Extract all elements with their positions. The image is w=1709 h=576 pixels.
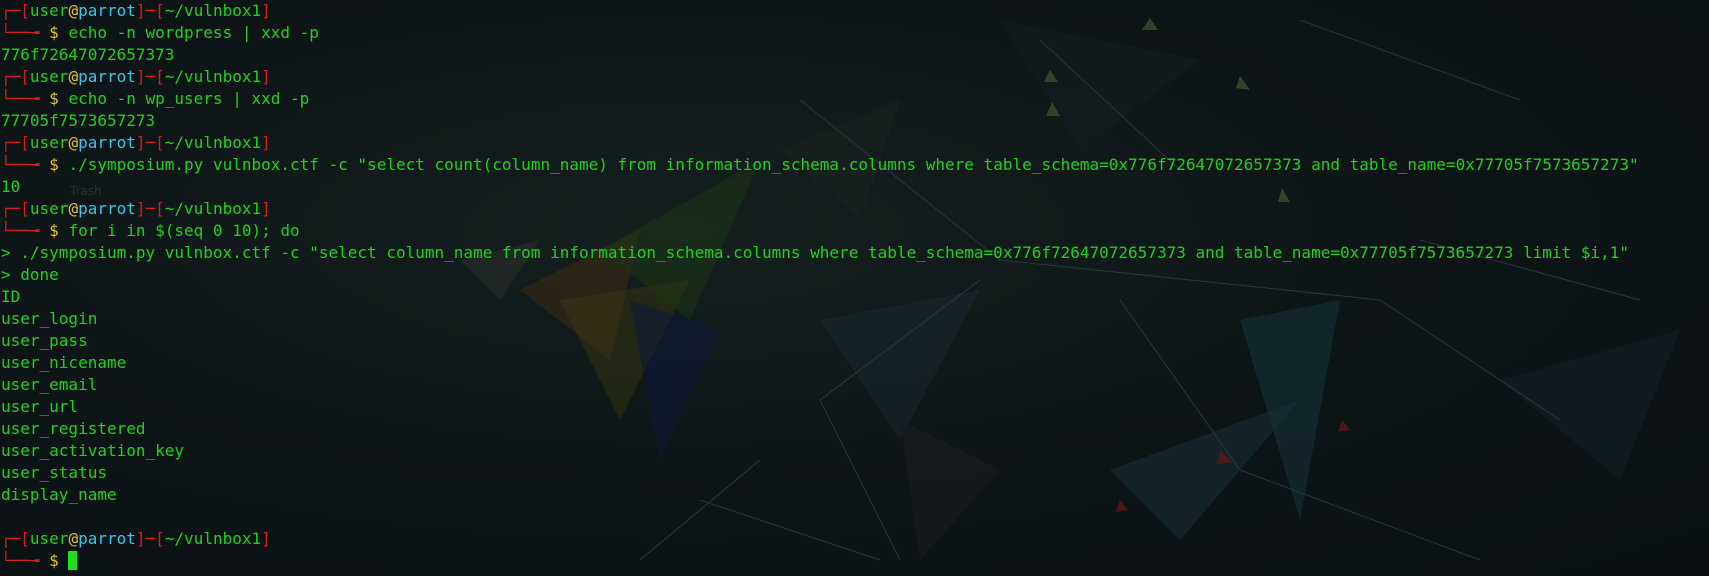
- prompt-bracket: [: [20, 529, 30, 548]
- prompt-line: ┌─[user@parrot]─[~/vulnbox1]: [1, 66, 1639, 88]
- output-line: user_nicename: [1, 353, 127, 372]
- command-text: echo -n wp_users | xxd -p: [68, 89, 310, 108]
- prompt-user: user: [29, 529, 69, 548]
- prompt-arrow: └──╼: [1, 221, 50, 240]
- prompt-user: user: [29, 67, 69, 86]
- prompt-corner: ┌─: [1, 133, 21, 152]
- prompt-corner: ┌─: [1, 1, 21, 20]
- command-text: echo -n wordpress | xxd -p: [68, 23, 319, 42]
- prompt-cwd: ~/vulnbox1: [164, 133, 262, 152]
- prompt-host: parrot: [78, 529, 136, 548]
- output-line: user_login: [1, 309, 98, 328]
- prompt-line: ┌─[user@parrot]─[~/vulnbox1]: [1, 528, 1639, 550]
- prompt-user: user: [29, 199, 69, 218]
- prompt-bracket: ]: [261, 199, 271, 218]
- output-line: user_pass: [1, 331, 88, 350]
- prompt-host: parrot: [78, 67, 136, 86]
- command-line[interactable]: └──╼ $: [1, 550, 1639, 572]
- output-line: user_activation_key: [1, 441, 185, 460]
- prompt-user: user: [29, 133, 69, 152]
- prompt-dollar: $: [49, 23, 69, 42]
- command-text: for i in $(seq 0 10); do: [68, 221, 300, 240]
- output-line: 77705f7573657273: [1, 111, 156, 130]
- command-line: └──╼ $ ./symposium.py vulnbox.ctf -c "se…: [1, 154, 1639, 176]
- prompt-corner: ┌─: [1, 529, 21, 548]
- command-text: ./symposium.py vulnbox.ctf -c "select co…: [68, 155, 1639, 174]
- prompt-arrow: └──╼: [1, 551, 50, 570]
- prompt-at-sign: @: [68, 1, 79, 20]
- prompt-at-sign: @: [68, 67, 79, 86]
- prompt-arrow: └──╼: [1, 155, 50, 174]
- command-line: └──╼ $ for i in $(seq 0 10); do: [1, 220, 1639, 242]
- prompt-line: ┌─[user@parrot]─[~/vulnbox1]: [1, 0, 1639, 22]
- text-cursor[interactable]: [68, 551, 78, 570]
- prompt-line: ┌─[user@parrot]─[~/vulnbox1]: [1, 198, 1639, 220]
- prompt-cwd: ~/vulnbox1: [164, 67, 262, 86]
- prompt-arrow: └──╼: [1, 89, 50, 108]
- prompt-arrow: └──╼: [1, 23, 50, 42]
- prompt-cwd: ~/vulnbox1: [164, 529, 262, 548]
- output-line: user_status: [1, 463, 107, 482]
- terminal-window[interactable]: Trash ┌─[user@parrot]─[~/vulnbox1] └──╼ $…: [0, 0, 1709, 576]
- output-line: 776f72647072657373: [1, 45, 175, 64]
- output-line: user_url: [1, 397, 79, 416]
- prompt-separator: ]─[: [135, 199, 165, 218]
- prompt-at-sign: @: [68, 529, 79, 548]
- output-line: > ./symposium.py vulnbox.ctf -c "select …: [1, 243, 1629, 262]
- prompt-cwd: ~/vulnbox1: [164, 199, 262, 218]
- output-line: user_registered: [1, 419, 146, 438]
- output-line: user_email: [1, 375, 98, 394]
- prompt-dollar: $: [49, 221, 69, 240]
- prompt-separator: ]─[: [135, 67, 165, 86]
- prompt-corner: ┌─: [1, 199, 21, 218]
- prompt-separator: ]─[: [135, 1, 165, 20]
- prompt-bracket: [: [20, 133, 30, 152]
- prompt-user: user: [29, 1, 69, 20]
- prompt-bracket: ]: [261, 529, 271, 548]
- prompt-bracket: ]: [261, 1, 271, 20]
- prompt-dollar: $: [49, 551, 69, 570]
- prompt-dollar: $: [49, 155, 69, 174]
- output-line: 10: [1, 177, 21, 196]
- prompt-cwd: ~/vulnbox1: [164, 1, 262, 20]
- terminal-output: ┌─[user@parrot]─[~/vulnbox1] └──╼ $ echo …: [0, 0, 1639, 572]
- prompt-host: parrot: [78, 1, 136, 20]
- prompt-corner: ┌─: [1, 67, 21, 86]
- output-line: display_name: [1, 485, 117, 504]
- output-line: ID: [1, 287, 21, 306]
- prompt-bracket: [: [20, 1, 30, 20]
- prompt-bracket: ]: [261, 67, 271, 86]
- prompt-bracket: ]: [261, 133, 271, 152]
- command-line: └──╼ $ echo -n wordpress | xxd -p: [1, 22, 1639, 44]
- prompt-at-sign: @: [68, 133, 79, 152]
- prompt-host: parrot: [78, 133, 136, 152]
- prompt-separator: ]─[: [135, 529, 165, 548]
- prompt-line: ┌─[user@parrot]─[~/vulnbox1]: [1, 132, 1639, 154]
- command-line: └──╼ $ echo -n wp_users | xxd -p: [1, 88, 1639, 110]
- prompt-bracket: [: [20, 67, 30, 86]
- prompt-bracket: [: [20, 199, 30, 218]
- prompt-host: parrot: [78, 199, 136, 218]
- prompt-at-sign: @: [68, 199, 79, 218]
- prompt-separator: ]─[: [135, 133, 165, 152]
- output-line: > done: [1, 265, 59, 284]
- prompt-dollar: $: [49, 89, 69, 108]
